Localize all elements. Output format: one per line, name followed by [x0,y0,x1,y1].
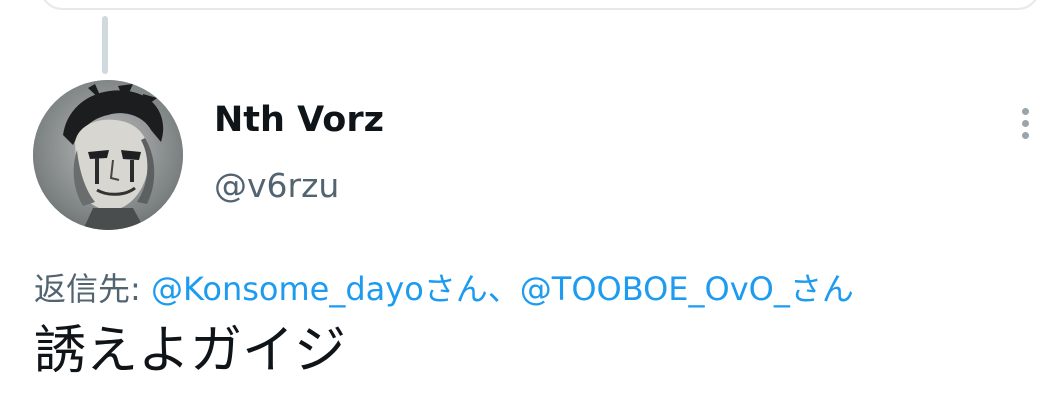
author-display-name[interactable]: Nth Vorz [214,100,384,140]
more-vertical-icon-dot [1021,119,1029,127]
more-options-button[interactable] [1008,100,1042,146]
mention-link-1[interactable]: @Konsome_dayo [151,270,424,308]
manga-face-avatar-icon [33,80,183,230]
mention-suffix-2[interactable]: さん [790,270,854,308]
more-vertical-icon-dot [1021,131,1029,139]
replying-to-prefix: 返信先: [34,270,151,308]
previous-tweet-card[interactable] [40,0,1040,10]
avatar[interactable] [33,80,183,230]
more-vertical-icon [1021,107,1029,115]
replying-to: 返信先: @Konsome_dayoさん、@TOOBOE_OvO_さん [34,264,854,310]
mention-suffix-1[interactable]: さん、 [424,270,520,308]
author-handle[interactable]: @v6rzu [214,166,339,205]
tweet-view: Nth Vorz @v6rzu 返信先: @Konsome_dayoさん、@TO… [0,0,1054,405]
thread-connector-line [102,16,108,74]
mention-link-2[interactable]: @TOOBOE_OvO_ [520,270,790,308]
tweet-text: 誘えよガイジ [34,321,347,381]
